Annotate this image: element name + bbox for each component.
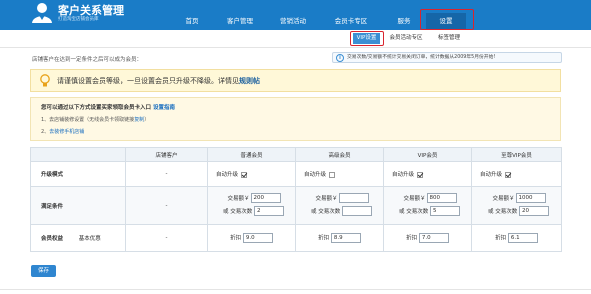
lightbulb-icon: [40, 74, 50, 87]
copy-link[interactable]: 复制: [134, 117, 144, 123]
amount-input[interactable]: 200: [250, 193, 281, 203]
app-subtitle: 打造淘宝店铺会员库: [58, 17, 99, 22]
mobile-shop-link[interactable]: 去装修手机店铺: [49, 129, 84, 135]
upgrade-senior: 自动升级: [295, 161, 384, 187]
info-notice: i 交易次数/交易额不统计交易关闭订单，统计数据从2009年5月份开始!: [332, 52, 562, 63]
benefits-row: 会员权益 基本优惠 - 折扣 9.0 折扣 8.9 折扣 7.0 折扣 6.1: [30, 224, 562, 252]
intro-text: 店铺客户在达到一定条件之后可以成为会员：: [32, 57, 143, 63]
conditions-shop: -: [125, 186, 208, 225]
count-input[interactable]: 2: [254, 206, 285, 216]
benefits-shop: -: [125, 224, 208, 252]
conditions-senior: 交易额￥ 或 交易次数: [295, 186, 384, 225]
info-icon: i: [336, 54, 344, 62]
header-senior-member: 高级会员: [295, 147, 384, 162]
conditions-label: 满足条件: [30, 186, 126, 225]
discount-input[interactable]: 9.0: [242, 233, 273, 243]
amount-input[interactable]: 800: [426, 193, 457, 203]
conditions-normal: 交易额￥ 200 或 交易次数 2: [207, 186, 296, 225]
amount-input[interactable]: [338, 193, 369, 203]
upgrade-vip: 自动升级: [383, 161, 472, 187]
member-level-table: 店铺客户 普通会员 高级会员 VIP会员 至尊VIP会员 升级模式 - 自动升级…: [30, 147, 562, 252]
vip-tab-highlight: [350, 31, 384, 46]
header-blank: [30, 147, 126, 162]
auto-upgrade-checkbox[interactable]: [241, 171, 248, 178]
conditions-supreme: 交易额￥ 1000 或 交易次数 20: [471, 186, 562, 225]
guide-step-2: 2、去装修手机店铺: [41, 129, 85, 135]
nav-marketing[interactable]: 营销活动: [272, 13, 314, 30]
benefits-senior: 折扣 8.9: [295, 224, 384, 252]
upgrade-supreme: 自动升级: [471, 161, 562, 187]
guide-link[interactable]: 设置指南: [153, 105, 175, 111]
user-logo-icon: [32, 3, 52, 23]
guide-box: 您可以通过以下方式设置买家领取会员卡入口 设置指南 1、去店铺装修设置（无线会员…: [30, 97, 561, 141]
auto-upgrade-checkbox[interactable]: [505, 171, 512, 178]
upgrade-row: 升级模式 - 自动升级 自动升级 自动升级 自动升级: [30, 161, 562, 187]
count-input[interactable]: 5: [430, 206, 461, 216]
guide-step-1: 1、去店铺装修设置（无线会员卡领取链接复制）: [41, 117, 150, 123]
info-text: 交易次数/交易额不统计交易关闭订单，统计数据从2009年5月份开始!: [347, 55, 496, 60]
bottom-divider: [0, 289, 591, 290]
nav-home[interactable]: 首页: [175, 13, 209, 30]
warning-banner: 请谨慎设置会员等级，一旦设置会员只升级不降级。详情见规则帖: [30, 69, 561, 92]
app-header: 客户关系管理 打造淘宝店铺会员库 首页 客户管理 营销活动 会员卡专区 服务 设…: [0, 0, 591, 30]
benefits-sublabel: 基本优惠: [78, 236, 101, 242]
discount-input[interactable]: 8.9: [330, 233, 361, 243]
upgrade-shop: -: [125, 161, 208, 187]
header-supreme-vip: 至尊VIP会员: [471, 147, 562, 162]
conditions-row: 满足条件 - 交易额￥ 200 或 交易次数 2 交易额￥ 或 交易次数 交易额￥…: [30, 186, 562, 225]
tab-member-events[interactable]: 会员活动专区: [384, 33, 428, 44]
conditions-vip: 交易额￥ 800 或 交易次数 5: [383, 186, 472, 225]
count-input[interactable]: [342, 206, 373, 216]
auto-upgrade-checkbox[interactable]: [417, 171, 424, 178]
settings-highlight: [420, 9, 474, 30]
discount-input[interactable]: 6.1: [507, 233, 538, 243]
benefits-label-cell: 会员权益 基本优惠: [30, 224, 126, 252]
save-button[interactable]: 保存: [31, 265, 56, 277]
sub-nav: VIP设置 会员活动专区 标签管理: [0, 30, 591, 48]
upgrade-label: 升级模式: [30, 161, 126, 187]
rules-link[interactable]: 规则帖: [239, 77, 260, 85]
warning-text: 请谨慎设置会员等级，一旦设置会员只升级不降级。详情见规则帖: [57, 77, 260, 85]
benefits-supreme: 折扣 6.1: [471, 224, 562, 252]
benefits-normal: 折扣 9.0: [207, 224, 296, 252]
discount-input[interactable]: 7.0: [418, 233, 449, 243]
header-shop-customer: 店铺客户: [125, 147, 208, 162]
header-vip-member: VIP会员: [383, 147, 472, 162]
upgrade-normal: 自动升级: [207, 161, 296, 187]
amount-input[interactable]: 1000: [515, 193, 546, 203]
header-normal-member: 普通会员: [207, 147, 296, 162]
auto-upgrade-checkbox[interactable]: [329, 171, 336, 178]
benefits-label: 会员权益: [41, 236, 64, 242]
count-input[interactable]: 20: [519, 206, 550, 216]
tab-tag-management[interactable]: 标签管理: [432, 33, 466, 44]
guide-title: 您可以通过以下方式设置买家领取会员卡入口 设置指南: [41, 105, 175, 111]
benefits-vip: 折扣 7.0: [383, 224, 472, 252]
nav-service[interactable]: 服务: [388, 13, 420, 30]
nav-member-card[interactable]: 会员卡专区: [326, 13, 376, 30]
nav-customers[interactable]: 客户管理: [218, 13, 262, 30]
